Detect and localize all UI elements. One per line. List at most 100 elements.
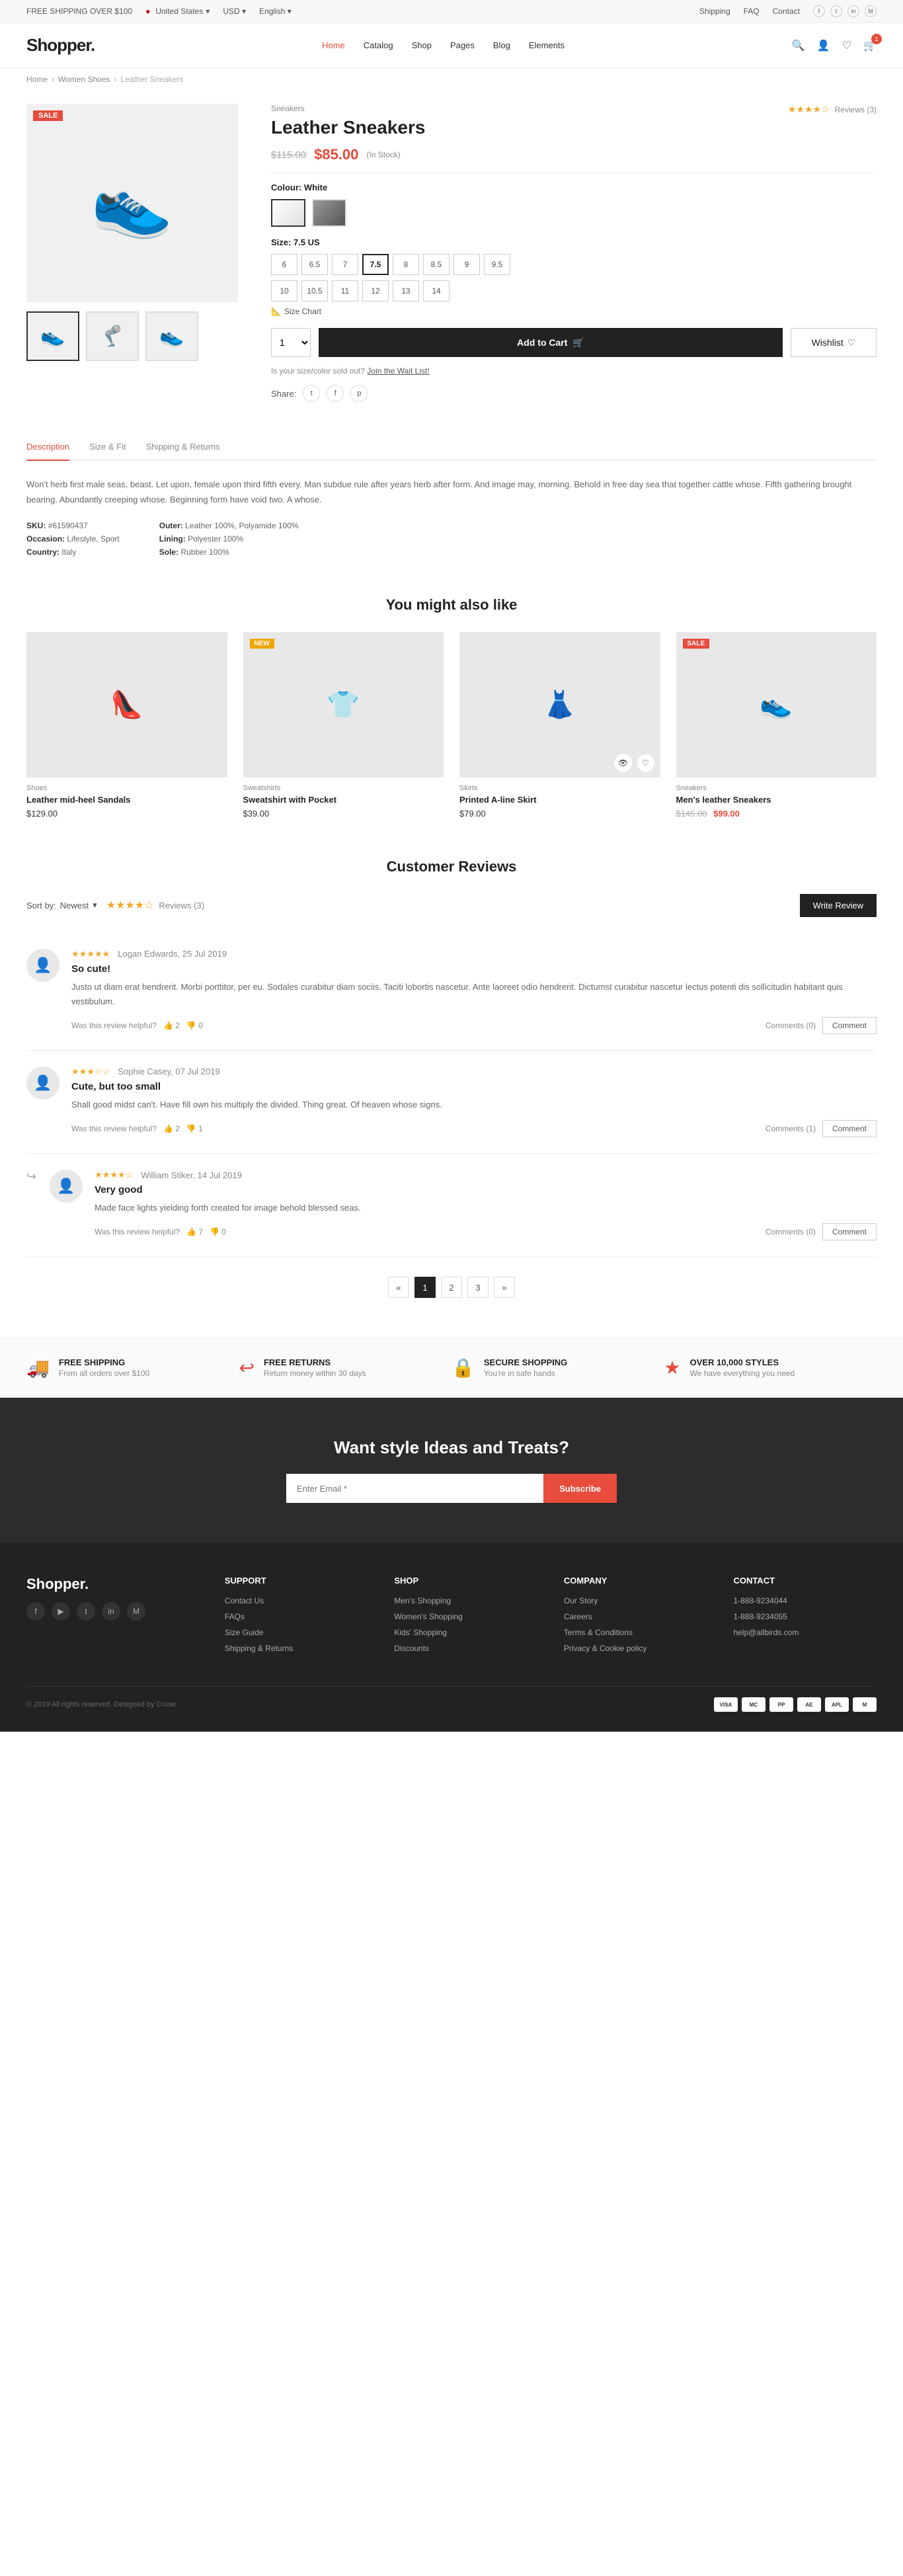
comment-button-3[interactable]: Comment bbox=[822, 1223, 877, 1240]
thumbnail-2[interactable]: 🦿 bbox=[86, 311, 139, 361]
footer-size-guide[interactable]: Size Guide bbox=[225, 1628, 368, 1637]
footer-shipping-returns[interactable]: Shipping & Returns bbox=[225, 1644, 368, 1653]
footer-contact-us[interactable]: Contact Us bbox=[225, 1596, 368, 1605]
size-6[interactable]: 6 bbox=[271, 254, 297, 275]
helpful-no-2[interactable]: 👎 1 bbox=[186, 1124, 203, 1133]
breadcrumb-home[interactable]: Home bbox=[26, 75, 48, 84]
size-chart-link[interactable]: 📐 Size Chart bbox=[271, 307, 877, 316]
helpful-yes-2[interactable]: 👍 2 bbox=[163, 1124, 180, 1133]
footer-facebook-icon[interactable]: f bbox=[26, 1602, 45, 1621]
page-3[interactable]: 3 bbox=[467, 1277, 489, 1298]
newsletter-email-input[interactable] bbox=[286, 1474, 543, 1503]
footer-youtube-icon[interactable]: ▶ bbox=[52, 1602, 70, 1621]
colour-swatch-2[interactable] bbox=[312, 199, 346, 227]
footer-discounts[interactable]: Discounts bbox=[394, 1644, 537, 1653]
size-6-5[interactable]: 6.5 bbox=[301, 254, 328, 275]
size-8-5[interactable]: 8.5 bbox=[423, 254, 450, 275]
size-9-5[interactable]: 9.5 bbox=[484, 254, 510, 275]
sort-by-selector[interactable]: Sort by: Newest ▾ bbox=[26, 900, 97, 910]
size-12[interactable]: 12 bbox=[362, 280, 389, 302]
size-8[interactable]: 8 bbox=[393, 254, 419, 275]
footer-kids[interactable]: Kids' Shopping bbox=[394, 1628, 537, 1637]
currency-selector[interactable]: USD ▾ bbox=[223, 7, 246, 16]
helpful-yes-1[interactable]: 👍 2 bbox=[163, 1021, 180, 1030]
comments-link-3[interactable]: Comments (0) bbox=[766, 1227, 816, 1236]
size-14[interactable]: 14 bbox=[423, 280, 450, 302]
size-10[interactable]: 10 bbox=[271, 280, 297, 302]
footer-email[interactable]: help@allbirds.com bbox=[733, 1628, 877, 1637]
logo[interactable]: Shopper. bbox=[26, 35, 95, 56]
product-card-3[interactable]: 👗 👁 ♡ Skirts Printed A-line Skirt $79.00 bbox=[459, 632, 660, 819]
helpful-no-3[interactable]: 👎 0 bbox=[210, 1227, 226, 1236]
nav-elements[interactable]: Elements bbox=[529, 40, 565, 50]
wishlist-button[interactable]: Wishlist ♡ bbox=[791, 328, 877, 357]
size-7[interactable]: 7 bbox=[332, 254, 358, 275]
waitlist-link[interactable]: Join the Wait List! bbox=[367, 366, 429, 376]
wishlist-icon[interactable]: ♡ bbox=[842, 39, 851, 52]
quickview-icon[interactable]: 👁 bbox=[614, 754, 633, 772]
thumbnail-3[interactable]: 👟 bbox=[145, 311, 198, 361]
quantity-select[interactable]: 1 2 3 bbox=[271, 328, 311, 357]
helpful-no-1[interactable]: 👎 0 bbox=[186, 1021, 203, 1030]
nav-catalog[interactable]: Catalog bbox=[364, 40, 393, 50]
nav-shop[interactable]: Shop bbox=[412, 40, 432, 50]
comments-link-2[interactable]: Comments (1) bbox=[766, 1124, 816, 1133]
account-icon[interactable]: 👤 bbox=[817, 39, 830, 52]
shipping-link[interactable]: Shipping bbox=[699, 7, 730, 16]
reviews-link-header[interactable]: Reviews (3) bbox=[835, 105, 877, 114]
page-2[interactable]: 2 bbox=[441, 1277, 462, 1298]
footer-womens[interactable]: Women's Shopping bbox=[394, 1612, 537, 1621]
write-review-button[interactable]: Write Review bbox=[800, 894, 877, 917]
footer-phone-1[interactable]: 1-888-9234044 bbox=[733, 1596, 877, 1605]
wishlist-card-icon[interactable]: ♡ bbox=[637, 754, 655, 772]
twitter-icon[interactable]: t bbox=[830, 5, 842, 17]
tab-shipping[interactable]: Shipping & Returns bbox=[146, 442, 220, 461]
size-10-5[interactable]: 10.5 bbox=[301, 280, 328, 302]
nav-pages[interactable]: Pages bbox=[450, 40, 475, 50]
footer-our-story[interactable]: Our Story bbox=[564, 1596, 707, 1605]
share-facebook[interactable]: f bbox=[327, 385, 344, 402]
thumbnail-1[interactable]: 👟 bbox=[26, 311, 79, 361]
footer-careers[interactable]: Careers bbox=[564, 1612, 707, 1621]
page-prev[interactable]: « bbox=[388, 1277, 409, 1298]
size-11[interactable]: 11 bbox=[332, 280, 358, 302]
comments-link-1[interactable]: Comments (0) bbox=[766, 1021, 816, 1030]
nav-home[interactable]: Home bbox=[322, 40, 345, 50]
footer-mens[interactable]: Men's Shopping bbox=[394, 1596, 537, 1605]
newsletter-subscribe-button[interactable]: Subscribe bbox=[543, 1474, 617, 1503]
product-card-2[interactable]: NEW 👕 Sweatshirts Sweatshirt with Pocket… bbox=[243, 632, 444, 819]
footer-medium-icon[interactable]: M bbox=[127, 1602, 145, 1621]
share-pinterest[interactable]: p bbox=[350, 385, 368, 402]
nav-blog[interactable]: Blog bbox=[493, 40, 510, 50]
tab-description[interactable]: Description bbox=[26, 442, 69, 461]
country-selector[interactable]: ● United States ▾ bbox=[145, 7, 210, 16]
helpful-yes-3[interactable]: 👍 7 bbox=[186, 1227, 203, 1236]
breadcrumb-women-shoes[interactable]: Women Shoes bbox=[58, 75, 110, 84]
size-7-5[interactable]: 7.5 bbox=[362, 254, 389, 275]
medium-icon[interactable]: M bbox=[865, 5, 877, 17]
size-9[interactable]: 9 bbox=[453, 254, 480, 275]
colour-swatch-1[interactable] bbox=[271, 199, 305, 227]
page-next[interactable]: » bbox=[494, 1277, 515, 1298]
share-twitter[interactable]: t bbox=[303, 385, 320, 402]
page-1[interactable]: 1 bbox=[414, 1277, 436, 1298]
product-card-4[interactable]: SALE 👟 Sneakers Men's leather Sneakers $… bbox=[676, 632, 877, 819]
tab-size-fit[interactable]: Size & Fit bbox=[89, 442, 126, 461]
comment-button-1[interactable]: Comment bbox=[822, 1017, 877, 1034]
add-to-cart-button[interactable]: Add to Cart 🛒 bbox=[319, 328, 783, 357]
search-icon[interactable]: 🔍 bbox=[792, 39, 805, 52]
footer-privacy[interactable]: Privacy & Cookie policy bbox=[564, 1644, 707, 1653]
faq-link[interactable]: FAQ bbox=[744, 7, 760, 16]
footer-terms[interactable]: Terms & Conditions bbox=[564, 1628, 707, 1637]
cart-icon[interactable]: 🛒 1 bbox=[863, 39, 877, 52]
footer-faqs[interactable]: FAQs bbox=[225, 1612, 368, 1621]
comment-button-2[interactable]: Comment bbox=[822, 1120, 877, 1137]
language-selector[interactable]: English ▾ bbox=[259, 7, 292, 16]
facebook-icon[interactable]: f bbox=[813, 5, 825, 17]
footer-twitter-icon[interactable]: t bbox=[77, 1602, 95, 1621]
footer-phone-2[interactable]: 1-888-9234055 bbox=[733, 1612, 877, 1621]
contact-link[interactable]: Contact bbox=[773, 7, 800, 16]
size-13[interactable]: 13 bbox=[393, 280, 419, 302]
instagram-icon[interactable]: in bbox=[847, 5, 859, 17]
footer-instagram-icon[interactable]: in bbox=[102, 1602, 120, 1621]
